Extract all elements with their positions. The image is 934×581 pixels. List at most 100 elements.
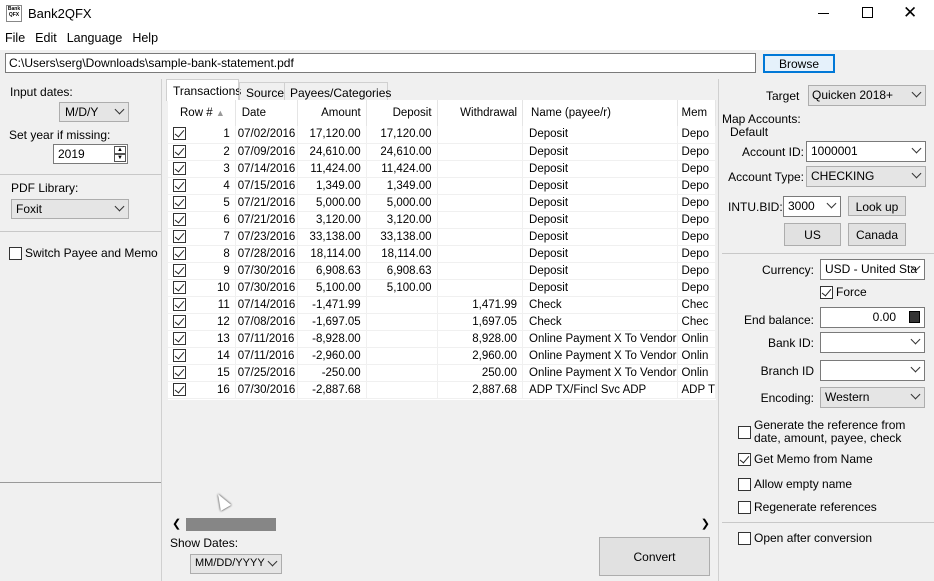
memo-cell[interactable]: Depo: [677, 262, 717, 280]
table-row[interactable]: 6 07/21/2016 3,120.00 3,120.00 Deposit Depo: [168, 211, 717, 229]
row-number-cell[interactable]: 14: [168, 347, 236, 365]
amount-cell[interactable]: -250.00: [297, 364, 367, 382]
target-select[interactable]: Quicken 2018+: [808, 85, 926, 106]
withdrawal-cell[interactable]: 2,960.00: [437, 347, 524, 365]
amount-cell[interactable]: -1,697.05: [297, 313, 367, 331]
checkbox-icon[interactable]: [820, 285, 833, 299]
lookup-button[interactable]: Look up: [848, 196, 906, 216]
withdrawal-cell[interactable]: 1,471.99: [437, 296, 524, 314]
memo-cell[interactable]: Onlin: [677, 330, 717, 348]
column-header-row[interactable]: Row # ▲: [168, 100, 236, 126]
deposit-cell[interactable]: 6,908.63: [366, 262, 438, 280]
withdrawal-cell[interactable]: [437, 211, 524, 229]
name-cell[interactable]: Deposit: [522, 262, 678, 280]
row-number-cell[interactable]: 16: [168, 381, 236, 399]
name-cell[interactable]: Deposit: [522, 160, 678, 178]
end-balance-input[interactable]: 0.00: [820, 307, 925, 328]
column-header-withdrawal[interactable]: Withdrawal: [437, 100, 524, 126]
force-checkbox[interactable]: Force: [820, 285, 867, 299]
deposit-cell[interactable]: [366, 381, 438, 399]
row-number-cell[interactable]: 2: [168, 143, 236, 161]
row-number-cell[interactable]: 10: [168, 279, 236, 297]
deposit-cell[interactable]: [366, 364, 438, 382]
name-cell[interactable]: ADP TX/Fincl Svc ADP: [522, 381, 678, 399]
memo-cell[interactable]: Depo: [677, 245, 717, 263]
scrollbar-thumb[interactable]: [186, 518, 276, 531]
memo-cell[interactable]: Onlin: [677, 364, 717, 382]
date-cell[interactable]: 07/09/2016: [235, 143, 299, 161]
table-row[interactable]: 12 07/08/2016 -1,697.05 1,697.05 Check Chec: [168, 313, 717, 331]
date-cell[interactable]: 07/30/2016: [235, 381, 299, 399]
name-cell[interactable]: Deposit: [522, 245, 678, 263]
amount-cell[interactable]: 11,424.00: [297, 160, 367, 178]
date-cell[interactable]: 07/25/2016: [235, 364, 299, 382]
deposit-cell[interactable]: 24,610.00: [366, 143, 438, 161]
memo-cell[interactable]: ADP T: [677, 381, 717, 399]
withdrawal-cell[interactable]: 8,928.00: [437, 330, 524, 348]
open-after-conversion-checkbox[interactable]: Open after conversion: [738, 531, 872, 545]
deposit-cell[interactable]: 33,138.00: [366, 228, 438, 246]
table-row[interactable]: 10 07/30/2016 5,100.00 5,100.00 Deposit Depo: [168, 279, 717, 297]
date-cell[interactable]: 07/30/2016: [235, 279, 299, 297]
column-header-deposit[interactable]: Deposit: [366, 100, 438, 126]
amount-cell[interactable]: 33,138.00: [297, 228, 367, 246]
maximize-icon[interactable]: [862, 7, 873, 18]
row-number-cell[interactable]: 9: [168, 262, 236, 280]
row-number-cell[interactable]: 3: [168, 160, 236, 178]
deposit-cell[interactable]: [366, 330, 438, 348]
table-row[interactable]: 7 07/23/2016 33,138.00 33,138.00 Deposit Depo: [168, 228, 717, 246]
date-cell[interactable]: 07/15/2016: [235, 177, 299, 195]
deposit-cell[interactable]: 5,000.00: [366, 194, 438, 212]
date-cell[interactable]: 07/23/2016: [235, 228, 299, 246]
table-row[interactable]: 8 07/28/2016 18,114.00 18,114.00 Deposit Depo: [168, 245, 717, 263]
table-row[interactable]: 14 07/11/2016 -2,960.00 2,960.00 Online Paym…: [168, 347, 717, 365]
generate-reference-checkbox[interactable]: Generate the reference from date, amount…: [738, 419, 934, 445]
name-cell[interactable]: Deposit: [522, 194, 678, 212]
date-cell[interactable]: 07/21/2016: [235, 211, 299, 229]
row-checkbox-icon[interactable]: [173, 297, 186, 311]
name-cell[interactable]: Deposit: [522, 228, 678, 246]
date-cell[interactable]: 07/14/2016: [235, 296, 299, 314]
name-cell[interactable]: Check: [522, 296, 678, 314]
input-dates-select[interactable]: M/D/Y: [59, 102, 129, 122]
table-row[interactable]: 16 07/30/2016 -2,887.68 2,887.68 ADP TX/Finc…: [168, 381, 717, 399]
close-icon[interactable]: ✕: [903, 4, 917, 21]
deposit-cell[interactable]: 18,114.00: [366, 245, 438, 263]
withdrawal-cell[interactable]: [437, 279, 524, 297]
amount-cell[interactable]: -8,928.00: [297, 330, 367, 348]
table-row[interactable]: 3 07/14/2016 11,424.00 11,424.00 Deposit Depo: [168, 160, 717, 178]
row-checkbox-icon[interactable]: [173, 331, 186, 345]
row-number-cell[interactable]: 7: [168, 228, 236, 246]
withdrawal-cell[interactable]: 1,697.05: [437, 313, 524, 331]
checkbox-icon[interactable]: [9, 246, 22, 260]
withdrawal-cell[interactable]: [437, 126, 524, 144]
column-header-date[interactable]: Date: [235, 100, 299, 126]
name-cell[interactable]: Check: [522, 313, 678, 331]
amount-cell[interactable]: -1,471.99: [297, 296, 367, 314]
memo-cell[interactable]: Depo: [677, 143, 717, 161]
show-dates-select[interactable]: MM/DD/YYYY: [190, 554, 282, 574]
pdf-library-select[interactable]: Foxit: [11, 199, 129, 219]
column-header-name[interactable]: Name (payee/r): [522, 100, 678, 126]
memo-cell[interactable]: Depo: [677, 228, 717, 246]
memo-cell[interactable]: Depo: [677, 160, 717, 178]
name-cell[interactable]: Deposit: [522, 177, 678, 195]
row-checkbox-icon[interactable]: [173, 246, 186, 260]
withdrawal-cell[interactable]: [437, 143, 524, 161]
menu-language[interactable]: Language: [62, 28, 128, 45]
amount-cell[interactable]: 18,114.00: [297, 245, 367, 263]
currency-select[interactable]: USD - United Sta: [820, 259, 925, 280]
withdrawal-cell[interactable]: [437, 245, 524, 263]
row-number-cell[interactable]: 15: [168, 364, 236, 382]
intu-bid-select[interactable]: 3000: [783, 196, 841, 217]
row-number-cell[interactable]: 12: [168, 313, 236, 331]
row-checkbox-icon[interactable]: [173, 263, 186, 277]
allow-empty-name-checkbox[interactable]: Allow empty name: [738, 477, 852, 491]
amount-cell[interactable]: 5,100.00: [297, 279, 367, 297]
name-cell[interactable]: Deposit: [522, 279, 678, 297]
horizontal-scrollbar[interactable]: ❮ ❯: [168, 517, 716, 532]
date-cell[interactable]: 07/11/2016: [235, 330, 299, 348]
row-checkbox-icon[interactable]: [173, 144, 186, 158]
row-number-cell[interactable]: 8: [168, 245, 236, 263]
withdrawal-cell[interactable]: [437, 194, 524, 212]
